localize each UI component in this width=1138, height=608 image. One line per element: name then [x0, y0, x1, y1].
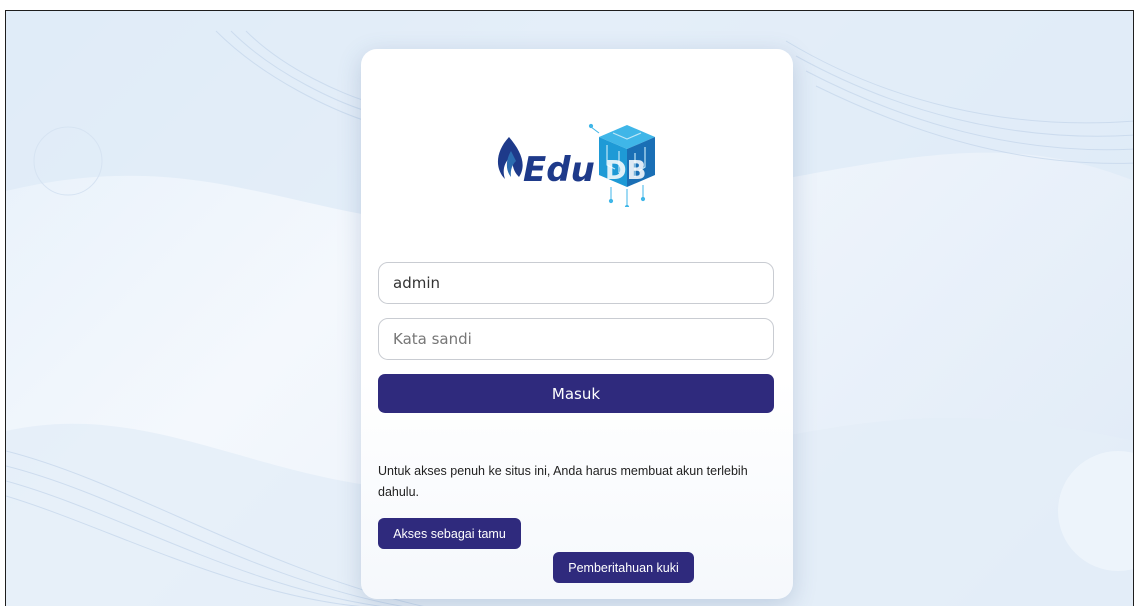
username-input[interactable]	[378, 262, 774, 304]
cookie-notice-button[interactable]: Pemberitahuan kuki	[553, 552, 694, 583]
password-input[interactable]	[378, 318, 774, 360]
account-info-text: Untuk akses penuh ke situs ini, Anda har…	[378, 464, 748, 499]
page-background: Edu DB admin Masuk Untuk akses penuh ke …	[5, 10, 1134, 606]
login-card: Edu DB admin Masuk Untuk akses penuh ke …	[361, 49, 793, 599]
edudb-logo: Edu DB	[497, 123, 655, 207]
svg-text:Edu: Edu	[523, 150, 595, 190]
login-button[interactable]: Masuk	[378, 374, 774, 413]
svg-text:DB: DB	[605, 156, 646, 186]
guest-access-button[interactable]: Akses sebagai tamu	[378, 518, 521, 549]
